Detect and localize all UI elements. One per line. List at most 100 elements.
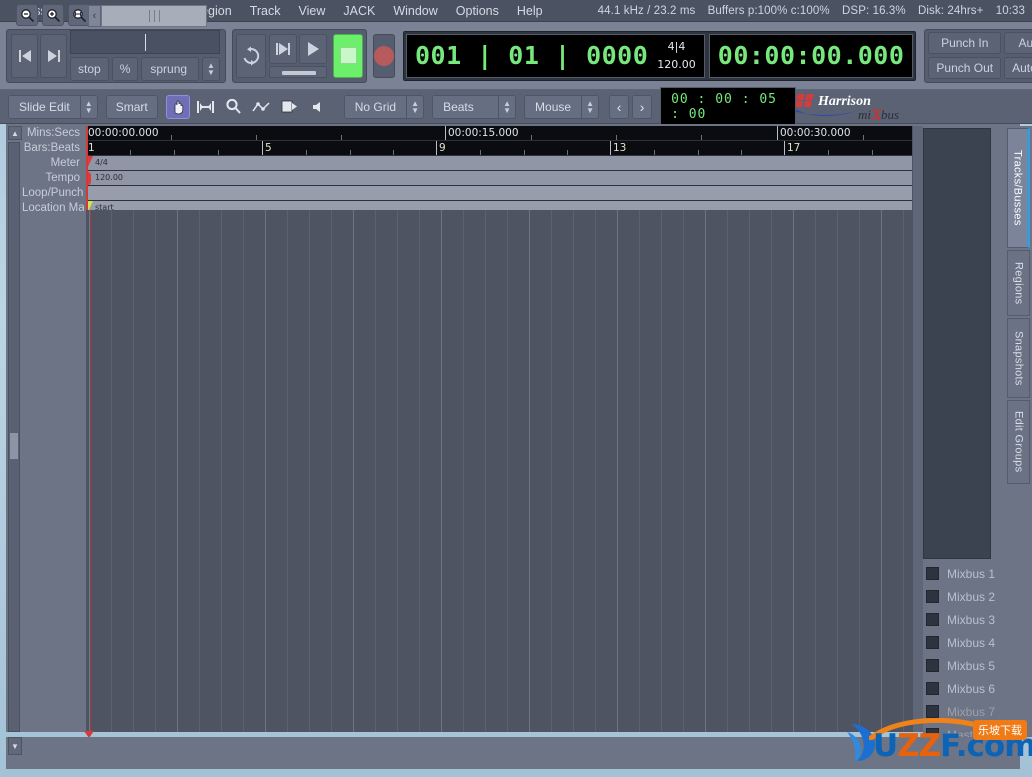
ruler-tempo[interactable]: 120.00 <box>86 171 912 186</box>
track-visible-checkbox[interactable] <box>926 659 939 672</box>
tab-tracks-busses[interactable]: Tracks/Busses <box>1007 128 1030 248</box>
shuttle-mode-spinner[interactable]: ▲ ▼ <box>202 57 220 81</box>
shuttle-mode-label[interactable]: sprung <box>141 57 199 81</box>
draw-automation-tool-icon <box>252 101 270 111</box>
tab-regions[interactable]: Regions <box>1007 250 1030 316</box>
zoom-tool-button[interactable] <box>222 95 246 119</box>
skip-to-start-icon <box>18 49 31 62</box>
secondary-clock[interactable]: 00:00:00.000 <box>708 33 914 78</box>
list-item[interactable]: Mixbus 3 <box>923 608 1008 631</box>
track-visible-checkbox[interactable] <box>926 728 939 737</box>
ruler-meter[interactable]: 4/4 <box>86 156 912 171</box>
ruler-minsecs[interactable]: 00:00:00.000 00:00:15.000 00:00:30.000 <box>86 126 912 141</box>
menu-item-options[interactable]: Options <box>447 1 508 21</box>
shuttle-percent-label[interactable]: % <box>111 57 139 81</box>
list-item[interactable]: Mixbus 7 <box>923 700 1008 723</box>
track-visible-checkbox[interactable] <box>926 590 939 603</box>
list-item[interactable]: Master <box>923 723 1008 737</box>
track-vertical-scrollbar[interactable] <box>8 142 20 732</box>
grid-mode-selector[interactable]: No Grid ▲ ▼ <box>343 94 425 119</box>
expand-rulers-button[interactable]: ▲ <box>8 126 22 140</box>
shuttle-bar[interactable] <box>70 30 220 54</box>
ruler-name-locationmarkers[interactable]: Location Markers <box>22 201 84 216</box>
stretch-tool-button[interactable] <box>278 95 302 119</box>
next-marker-button[interactable]: › <box>632 94 653 119</box>
menu-item-view[interactable]: View <box>289 1 334 21</box>
edit-point-clock[interactable]: 00 : 00 : 05 : 00 <box>660 86 796 127</box>
smart-mode-button[interactable]: Smart <box>105 94 158 119</box>
list-item[interactable]: Mixbus 2 <box>923 585 1008 608</box>
ruler-barsbeats[interactable]: 1 5 9 13 17 <box>86 141 912 156</box>
range-tool-icon <box>197 100 215 113</box>
status-bar: 44.1 kHz / 23.2 ms Buffers p:100% c:100%… <box>589 5 1032 17</box>
stop-button[interactable] <box>333 33 363 78</box>
secondary-clock-value: 00:00:00.000 <box>717 41 905 70</box>
auto-return-button[interactable]: Auto Return <box>1004 57 1032 79</box>
punch-in-button[interactable]: Punch In <box>928 32 1002 54</box>
ruler-loop-punch[interactable] <box>86 186 912 201</box>
shuttle-stop-label[interactable]: stop <box>70 57 109 81</box>
ruler-name-barsbeats[interactable]: Bars:Beats <box>22 141 84 156</box>
menu-item-track[interactable]: Track <box>241 1 290 21</box>
menu-item-window[interactable]: Window <box>384 1 446 21</box>
zoom-focus-arrows[interactable]: ▲ ▼ <box>581 95 598 118</box>
bottom-bar <box>6 737 1020 769</box>
list-item[interactable]: Mixbus 6 <box>923 677 1008 700</box>
list-item[interactable]: Mixbus 1 <box>923 562 1008 585</box>
track-visible-checkbox[interactable] <box>926 613 939 626</box>
shuttle-display[interactable]: stop % sprung ▲ ▼ <box>70 30 220 81</box>
previous-marker-button[interactable]: ‹ <box>609 94 630 119</box>
go-to-start-button[interactable] <box>11 33 38 78</box>
tab-snapshots[interactable]: Snapshots <box>1007 318 1030 398</box>
go-to-end-button[interactable] <box>40 33 67 78</box>
transport-clocks: 001 | 01 | 0000 4|4 120.00 00:00:00.000 <box>403 30 917 81</box>
ruler-unit-arrows[interactable]: ▲ ▼ <box>498 95 515 118</box>
ruler-name-tempo[interactable]: Tempo <box>22 171 84 186</box>
list-item[interactable]: Mixbus 4 <box>923 631 1008 654</box>
track-canvas[interactable] <box>86 210 912 732</box>
range-tool-button[interactable] <box>194 95 218 119</box>
punch-out-button[interactable]: Punch Out <box>928 57 1002 79</box>
zoom-out-button[interactable] <box>16 4 38 26</box>
audition-tool-button[interactable] <box>306 95 330 119</box>
tracks-busses-list[interactable]: Mixbus 1 Mixbus 2 Mixbus 3 Mixbus 4 Mixb… <box>923 562 1008 737</box>
clock-meta: 4|4 120.00 <box>657 40 696 71</box>
track-vertical-scrollbar-thumb[interactable] <box>10 433 18 459</box>
play-from-start-button[interactable] <box>269 33 297 64</box>
zoom-to-session-button[interactable] <box>68 4 90 26</box>
ruler-name-meter[interactable]: Meter <box>22 156 84 171</box>
scroll-left-button[interactable]: ‹ <box>88 5 101 27</box>
record-enable-button[interactable] <box>373 33 395 78</box>
grid-mode-label: No Grid <box>354 99 397 114</box>
zoom-focus-selector[interactable]: Mouse ▲ ▼ <box>524 94 600 119</box>
play-button[interactable] <box>299 33 327 64</box>
edit-mode-arrows[interactable]: ▲ ▼ <box>79 95 97 118</box>
grab-hand-tool-button[interactable] <box>165 94 190 119</box>
menu-item-help[interactable]: Help <box>508 1 552 21</box>
track-visible-checkbox[interactable] <box>926 636 939 649</box>
tab-edit-groups[interactable]: Edit Groups <box>1007 400 1030 484</box>
loop-button[interactable] <box>236 33 266 78</box>
tracks-busses-list-box[interactable] <box>923 128 991 559</box>
primary-clock[interactable]: 001 | 01 | 0000 4|4 120.00 <box>406 33 705 78</box>
track-visible-checkbox[interactable] <box>926 567 939 580</box>
menu-item-jack[interactable]: JACK <box>334 1 384 21</box>
grid-mode-arrows[interactable]: ▲ ▼ <box>406 95 423 118</box>
auto-play-button[interactable]: Auto Play <box>1004 32 1032 54</box>
track-visible-checkbox[interactable] <box>926 682 939 695</box>
canvas-vertical-scrollbar[interactable] <box>912 126 923 732</box>
edit-mode-selector[interactable]: Slide Edit ▲ ▼ <box>8 94 98 119</box>
skip-to-end-icon <box>47 49 60 62</box>
zoom-in-button[interactable] <box>42 4 64 26</box>
bars-label-13: 13 <box>613 142 627 154</box>
track-visible-checkbox[interactable] <box>926 705 939 718</box>
horizontal-scrollbar[interactable] <box>101 5 207 27</box>
status-buffers: Buffers p:100% c:100% <box>707 4 830 17</box>
ruler-name-minsecs[interactable]: Mins:Secs <box>22 126 84 141</box>
ruler-name-looppunch[interactable]: Loop/Punch <box>22 186 84 201</box>
collapse-tracks-button[interactable]: ▼ <box>8 737 22 755</box>
draw-automation-tool-button[interactable] <box>250 95 274 119</box>
ruler-unit-selector[interactable]: Beats ▲ ▼ <box>432 94 517 119</box>
list-item[interactable]: Mixbus 5 <box>923 654 1008 677</box>
shuttle-slider[interactable] <box>269 65 327 78</box>
